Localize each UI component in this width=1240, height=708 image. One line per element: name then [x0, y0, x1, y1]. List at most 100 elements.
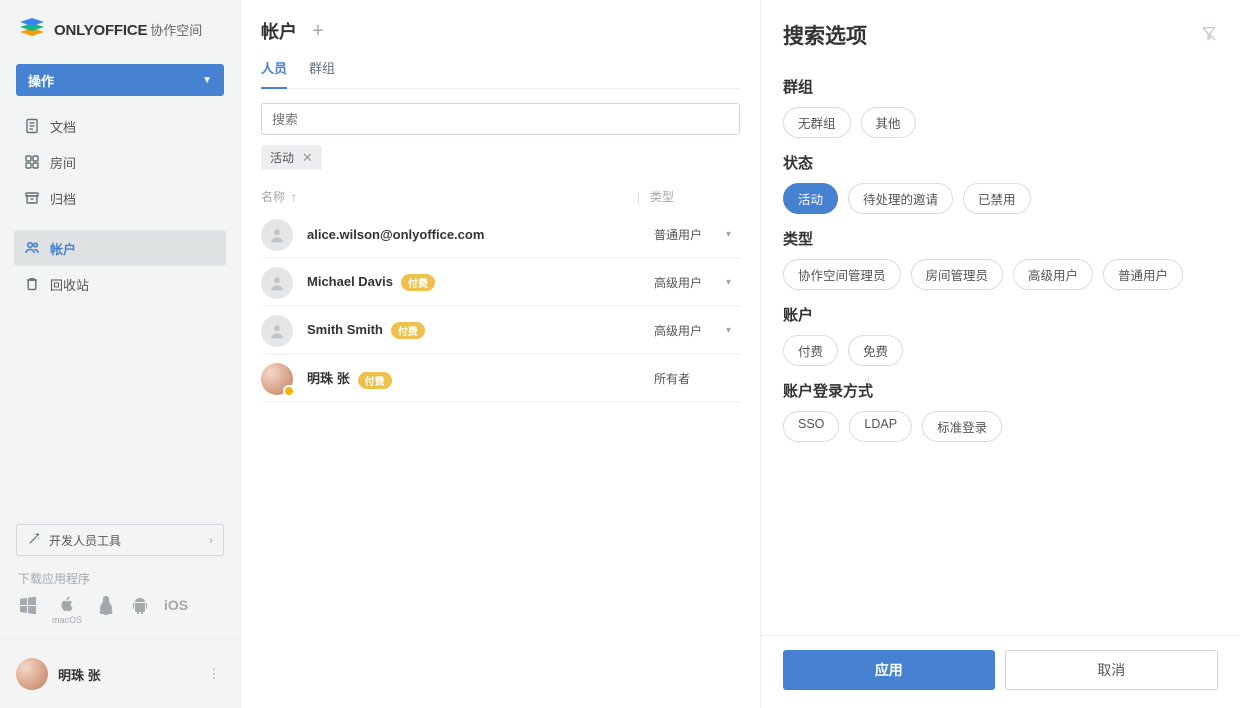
- table-row[interactable]: alice.wilson@onlyoffice.com 普通用户▾: [261, 211, 740, 259]
- avatar: [261, 219, 293, 251]
- android-icon[interactable]: [130, 595, 150, 625]
- sort-asc-icon: ↑: [291, 190, 297, 204]
- accounts-icon: [24, 240, 40, 256]
- nav-trash[interactable]: 回收站: [14, 266, 226, 302]
- nav-accounts-label: 帐户: [50, 239, 76, 258]
- table-row[interactable]: Michael Davis付费高级用户▾: [261, 259, 740, 307]
- paid-badge: 付费: [358, 372, 392, 389]
- column-type[interactable]: 类型: [650, 188, 740, 205]
- brand: ONLYOFFICE协作空间: [0, 0, 240, 50]
- apply-button[interactable]: 应用: [783, 650, 995, 690]
- nav-archive-label: 归档: [50, 189, 76, 208]
- chevron-down-icon[interactable]: ▾: [726, 325, 740, 336]
- filter-pill[interactable]: 协作空间管理员: [783, 259, 901, 290]
- filter-pill[interactable]: 房间管理员: [911, 259, 1004, 290]
- nav-docs[interactable]: 文档: [14, 108, 226, 144]
- paid-badge: 付费: [401, 274, 435, 291]
- operations-button[interactable]: 操作 ▼: [16, 64, 224, 96]
- macos-icon[interactable]: macOS: [52, 595, 82, 625]
- search-input[interactable]: [272, 112, 729, 127]
- filter-pill[interactable]: 活动: [783, 183, 838, 214]
- filter-pill[interactable]: 其他: [861, 107, 916, 138]
- clear-filters-icon[interactable]: [1200, 25, 1218, 46]
- current-user[interactable]: 明珠 张 ⋮: [0, 639, 240, 708]
- avatar: [261, 363, 293, 395]
- wand-icon: [27, 532, 41, 549]
- avatar: [261, 267, 293, 299]
- column-headers: 名称↑ | 类型: [261, 184, 740, 211]
- linux-icon[interactable]: [96, 595, 116, 625]
- filter-section-title: 账户登录方式: [783, 380, 1218, 401]
- cancel-button[interactable]: 取消: [1005, 650, 1219, 690]
- nav-archive[interactable]: 归档: [14, 180, 226, 216]
- filter-chip-active[interactable]: 活动 ✕: [261, 145, 322, 170]
- nav-rooms[interactable]: 房间: [14, 144, 226, 180]
- column-name[interactable]: 名称↑: [261, 188, 637, 205]
- filter-pill[interactable]: 待处理的邀请: [848, 183, 953, 214]
- windows-icon[interactable]: [18, 595, 38, 625]
- chevron-right-icon: ›: [209, 533, 213, 547]
- chevron-down-icon: ▼: [202, 75, 212, 86]
- brand-logo-icon: [18, 18, 46, 40]
- row-name: 明珠 张: [307, 371, 350, 386]
- rooms-icon: [24, 154, 40, 170]
- download-apps-label: 下载应用程序: [0, 570, 240, 593]
- operations-label: 操作: [28, 71, 54, 90]
- filter-pill[interactable]: 标准登录: [922, 411, 1002, 442]
- apps-icons: macOS iOS: [0, 593, 240, 639]
- table-row[interactable]: Smith Smith付费高级用户▾: [261, 307, 740, 355]
- filter-section-login: 账户登录方式 SSO LDAP 标准登录: [783, 380, 1218, 442]
- row-name: Smith Smith: [307, 322, 383, 337]
- current-user-name: 明珠 张: [58, 665, 194, 684]
- paid-badge: 付费: [391, 322, 425, 339]
- filter-pill[interactable]: LDAP: [849, 411, 912, 442]
- tab-groups[interactable]: 群组: [309, 58, 335, 88]
- avatar: [261, 315, 293, 347]
- developer-tools-label: 开发人员工具: [49, 532, 121, 549]
- table-row[interactable]: 明珠 张付费所有者: [261, 355, 740, 403]
- trash-icon: [24, 276, 40, 292]
- archive-icon: [24, 190, 40, 206]
- filter-section-account: 账户付费免费: [783, 304, 1218, 366]
- row-name: alice.wilson@onlyoffice.com: [307, 227, 484, 242]
- avatar: [16, 658, 48, 690]
- filter-section-group: 群组无群组其他: [783, 76, 1218, 138]
- row-type: 普通用户: [654, 226, 726, 243]
- filter-pill[interactable]: 高级用户: [1013, 259, 1093, 290]
- sidebar: ONLYOFFICE协作空间 操作 ▼ 文档 房间 归档 帐户: [0, 0, 241, 708]
- close-icon[interactable]: ✕: [302, 150, 313, 166]
- add-button[interactable]: +: [309, 22, 327, 40]
- chevron-down-icon[interactable]: ▾: [726, 229, 740, 240]
- filter-chip-label: 活动: [270, 149, 294, 166]
- accounts-list: alice.wilson@onlyoffice.com普通用户▾Michael …: [261, 211, 740, 403]
- tabs: 人员 群组: [261, 58, 740, 89]
- filter-section-type: 类型协作空间管理员房间管理员高级用户普通用户: [783, 228, 1218, 290]
- nav-accounts[interactable]: 帐户: [14, 230, 226, 266]
- search-input-wrapper[interactable]: [261, 103, 740, 135]
- brand-name: ONLYOFFICE协作空间: [54, 20, 202, 39]
- filter-panel: 搜索选项 群组无群组其他状态活动待处理的邀请已禁用类型协作空间管理员房间管理员高…: [760, 0, 1240, 708]
- content: 帐户 + 人员 群组 活动 ✕ 名称↑ | 类型 alice.: [241, 0, 760, 708]
- developer-tools-button[interactable]: 开发人员工具 ›: [16, 524, 224, 556]
- nav: 文档 房间 归档 帐户 回收站: [0, 108, 240, 302]
- ios-icon[interactable]: iOS: [164, 595, 188, 625]
- filter-pill[interactable]: 付费: [783, 335, 838, 366]
- filter-pill[interactable]: 免费: [848, 335, 903, 366]
- more-icon[interactable]: ⋮: [204, 666, 224, 682]
- row-name: Michael Davis: [307, 274, 393, 289]
- document-icon: [24, 118, 40, 134]
- filter-pill[interactable]: 无群组: [783, 107, 851, 138]
- filter-pill[interactable]: 普通用户: [1103, 259, 1183, 290]
- filter-section-title: 类型: [783, 228, 1218, 249]
- nav-rooms-label: 房间: [50, 153, 76, 172]
- tab-people[interactable]: 人员: [261, 58, 287, 89]
- filter-section-title: 群组: [783, 76, 1218, 97]
- filter-pill[interactable]: 已禁用: [963, 183, 1031, 214]
- nav-trash-label: 回收站: [50, 275, 89, 294]
- filter-section-title: 账户: [783, 304, 1218, 325]
- filter-section-status: 状态活动待处理的邀请已禁用: [783, 152, 1218, 214]
- chevron-down-icon[interactable]: ▾: [726, 277, 740, 288]
- panel-title: 搜索选项: [783, 20, 867, 50]
- nav-docs-label: 文档: [50, 117, 76, 136]
- filter-pill[interactable]: SSO: [783, 411, 839, 442]
